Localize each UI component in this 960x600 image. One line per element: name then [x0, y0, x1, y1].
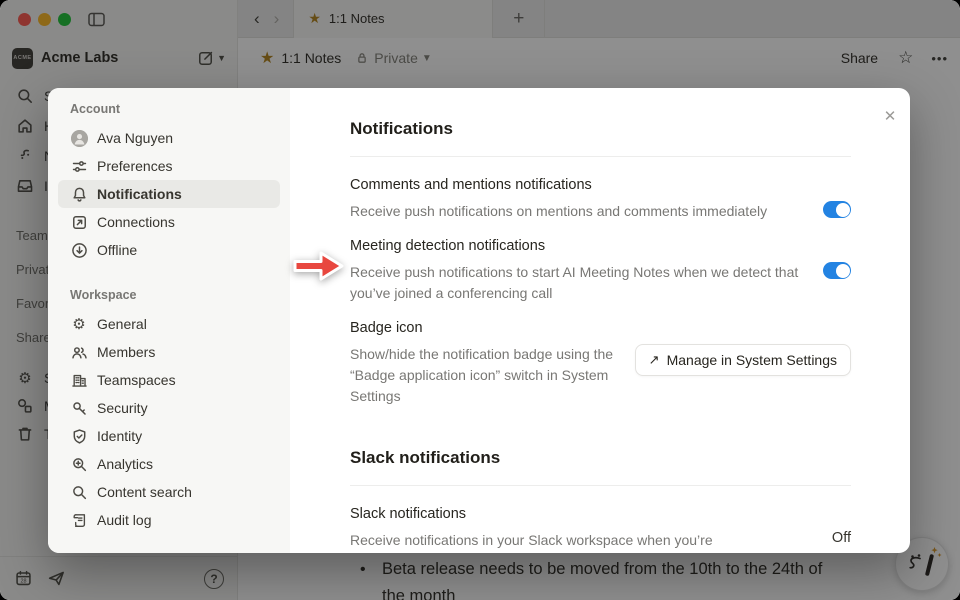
setting-description: Receive push notifications on mentions a…: [350, 201, 767, 222]
settings-item-label: Teamspaces: [97, 372, 176, 388]
close-icon[interactable]: ✕: [879, 105, 901, 127]
sliders-icon: [70, 158, 88, 175]
settings-item-identity[interactable]: Identity: [58, 422, 280, 450]
settings-item-connections[interactable]: Connections: [58, 208, 280, 236]
setting-row-slack-notifications: Slack notifications Receive notification…: [350, 504, 851, 551]
screen: ACME Acme Labs ▼ Search Home: [0, 0, 960, 600]
meeting-detection-toggle[interactable]: [823, 262, 851, 279]
settings-item-security[interactable]: Security: [58, 394, 280, 422]
setting-title: Comments and mentions notifications: [350, 175, 767, 195]
account-section-label: Account: [58, 102, 280, 116]
divider: [350, 156, 851, 157]
settings-item-label: Audit log: [97, 512, 151, 528]
divider: [350, 485, 851, 486]
avatar: [70, 130, 88, 147]
bell-icon: [70, 186, 88, 203]
settings-item-account[interactable]: Ava Nguyen: [58, 124, 280, 152]
magnifier-plus-icon: [70, 456, 88, 473]
slack-notifications-value[interactable]: Off: [832, 530, 851, 551]
settings-item-members[interactable]: Members: [58, 338, 280, 366]
manage-system-settings-button[interactable]: ↗ Manage in System Settings: [635, 344, 851, 376]
settings-item-label: Notifications: [97, 186, 182, 202]
settings-item-label: General: [97, 316, 147, 332]
scroll-icon: [70, 512, 88, 529]
key-icon: [70, 400, 88, 417]
settings-item-audit-log[interactable]: Audit log: [58, 506, 280, 534]
members-icon: [70, 344, 88, 361]
settings-item-content-search[interactable]: Content search: [58, 478, 280, 506]
workspace-section-label: Workspace: [58, 288, 280, 302]
setting-description: Show/hide the notification badge using t…: [350, 344, 622, 407]
settings-item-general[interactable]: ⚙ General: [58, 310, 280, 338]
building-icon: [70, 372, 88, 389]
settings-item-label: Offline: [97, 242, 137, 258]
setting-description: Receive push notifications to start AI M…: [350, 262, 808, 304]
search-icon: [70, 484, 88, 501]
settings-modal: Account Ava Nguyen Preferences Notificat…: [48, 88, 910, 553]
settings-item-label: Members: [97, 344, 155, 360]
arrow-up-right-icon: ↗: [649, 352, 660, 368]
settings-item-label: Connections: [97, 214, 175, 230]
setting-row-badge-icon: Badge icon Show/hide the notification ba…: [350, 318, 851, 407]
settings-sidebar: Account Ava Nguyen Preferences Notificat…: [48, 88, 290, 553]
gear-icon: ⚙: [70, 317, 88, 332]
settings-item-notifications[interactable]: Notifications: [58, 180, 280, 208]
app-window: ACME Acme Labs ▼ Search Home: [0, 0, 960, 600]
setting-title: Slack notifications: [350, 504, 713, 524]
settings-item-label: Analytics: [97, 456, 153, 472]
annotation-arrow: [290, 246, 350, 286]
settings-content: Notifications Comments and mentions noti…: [290, 88, 910, 553]
settings-item-label: Preferences: [97, 158, 172, 174]
settings-item-analytics[interactable]: Analytics: [58, 450, 280, 478]
settings-item-label: Content search: [97, 484, 192, 500]
setting-title: Badge icon: [350, 318, 622, 338]
settings-item-offline[interactable]: Offline: [58, 236, 280, 264]
setting-row-comments-mentions: Comments and mentions notifications Rece…: [350, 175, 851, 222]
setting-row-meeting-detection: Meeting detection notifications Receive …: [350, 236, 851, 304]
slack-notifications-heading: Slack notifications: [350, 447, 851, 469]
settings-item-label: Security: [97, 400, 148, 416]
arrow-square-icon: [70, 214, 88, 231]
setting-title: Meeting detection notifications: [350, 236, 808, 256]
button-label: Manage in System Settings: [667, 352, 837, 368]
shield-check-icon: [70, 428, 88, 445]
settings-item-label: Identity: [97, 428, 142, 444]
setting-description: Receive notifications in your Slack work…: [350, 530, 713, 551]
settings-item-label: Ava Nguyen: [97, 130, 173, 146]
download-circle-icon: [70, 242, 88, 259]
notifications-heading: Notifications: [350, 118, 851, 140]
comments-mentions-toggle[interactable]: [823, 201, 851, 218]
settings-item-preferences[interactable]: Preferences: [58, 152, 280, 180]
settings-item-teamspaces[interactable]: Teamspaces: [58, 366, 280, 394]
